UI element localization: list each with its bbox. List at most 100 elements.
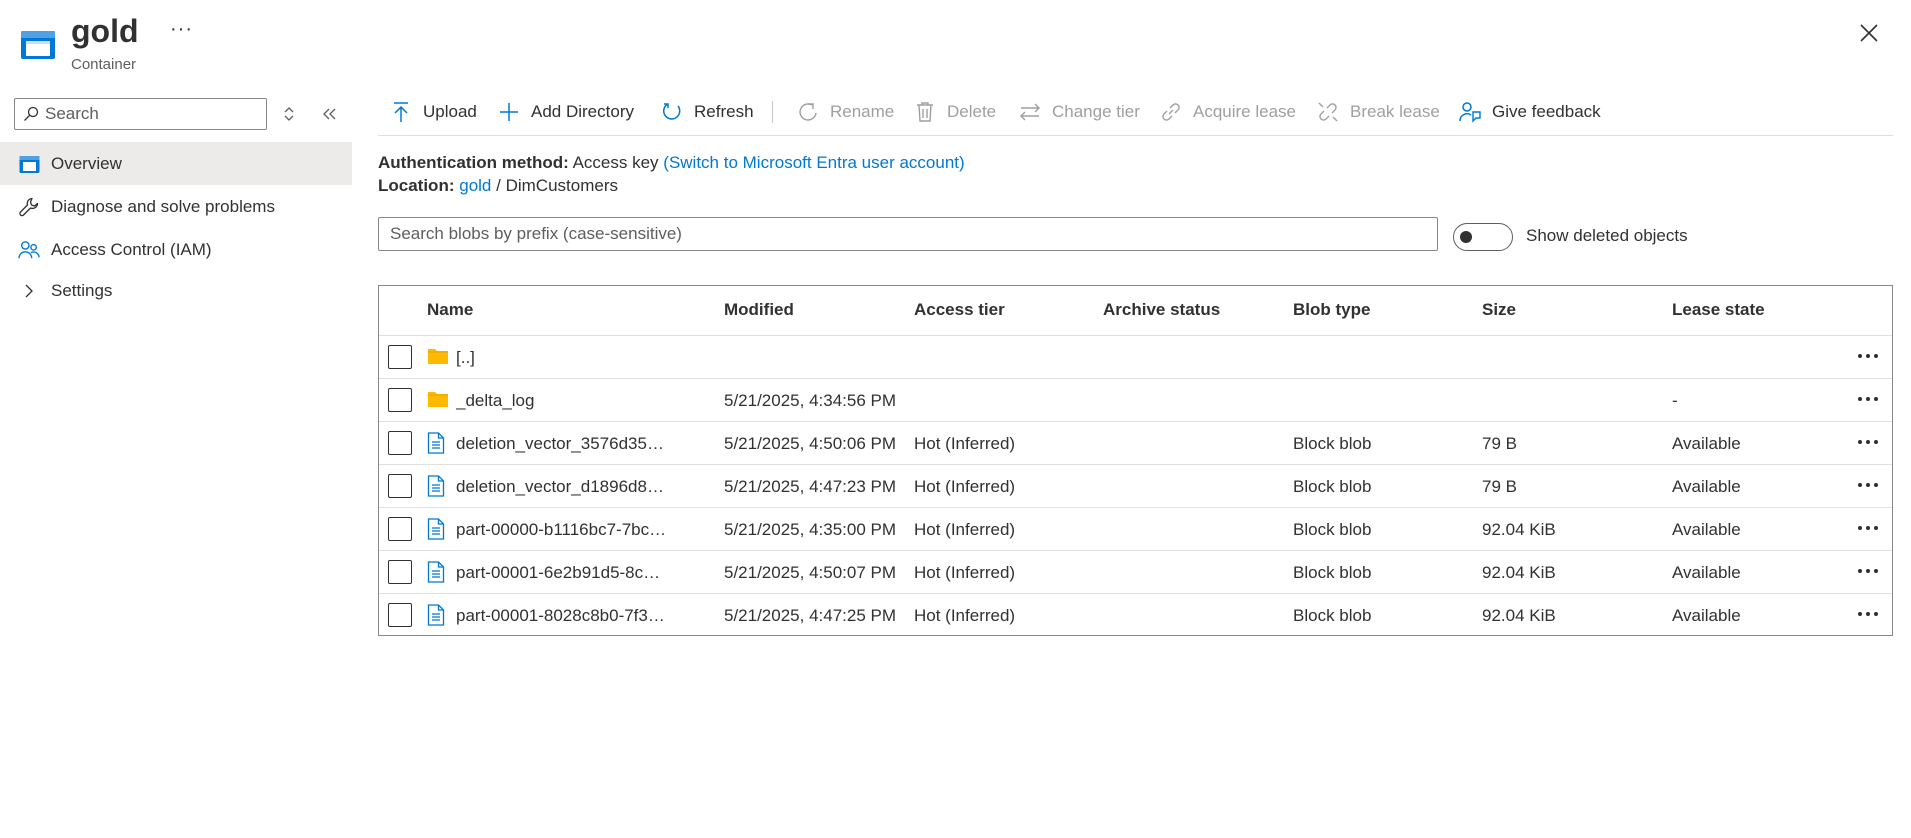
sidebar-search-input[interactable] (45, 104, 260, 124)
close-icon[interactable] (1856, 20, 1882, 46)
blob-table: Name Modified Access tier Archive status… (378, 285, 1893, 636)
sidebar-item-overview[interactable]: Overview (0, 142, 352, 185)
row-checkbox[interactable] (388, 345, 412, 369)
swap-arrows-icon (1019, 101, 1041, 123)
command-bar: Upload Add Directory Refresh Rename Dele… (378, 90, 1893, 136)
name-cell[interactable]: part-00001-6e2b91d5-8cea-4b... (456, 563, 669, 583)
blob-type-cell: Block blob (1293, 434, 1372, 453)
row-more-icon[interactable] (1854, 514, 1882, 542)
sidebar-item-label: Overview (51, 153, 122, 173)
column-header-archive-status[interactable]: Archive status (1103, 300, 1220, 320)
file-icon (427, 518, 449, 540)
size-cell: 92.04 KiB (1482, 520, 1556, 539)
refresh-label: Refresh (694, 102, 754, 121)
column-header-access-tier[interactable]: Access tier (914, 300, 1005, 320)
add-directory-label: Add Directory (531, 102, 634, 121)
size-cell: 92.04 KiB (1482, 563, 1556, 582)
row-more-icon[interactable] (1854, 342, 1882, 370)
row-more-icon[interactable] (1854, 557, 1882, 585)
row-more-icon[interactable] (1854, 428, 1882, 456)
sidebar-item-label: Settings (51, 280, 113, 300)
file-icon (427, 604, 449, 626)
name-cell[interactable]: deletion_vector_d1896d8b-821... (456, 477, 669, 497)
add-directory-button[interactable]: Add Directory (498, 98, 634, 126)
toolbar-divider (772, 101, 773, 123)
row-checkbox[interactable] (388, 560, 412, 584)
row-checkbox[interactable] (388, 517, 412, 541)
acquire-lease-button[interactable]: Acquire lease (1160, 98, 1296, 126)
table-row[interactable]: part-00001-6e2b91d5-8cea-4b... 5/21/2025,… (379, 551, 1892, 594)
upload-icon (390, 101, 412, 123)
file-icon (427, 475, 449, 497)
break-lease-button[interactable]: Break lease (1317, 98, 1440, 126)
location-label: Location: (378, 176, 455, 195)
delete-button[interactable]: Delete (914, 98, 996, 126)
sidebar: Overview Diagnose and solve problems Acc… (0, 90, 352, 838)
sidebar-search-box[interactable] (14, 98, 267, 130)
container-icon (18, 153, 40, 175)
change-tier-button[interactable]: Change tier (1019, 98, 1140, 126)
refresh-icon (661, 101, 683, 123)
lease-state-cell: - (1672, 391, 1678, 410)
modified-cell: 5/21/2025, 4:34:56 PM (724, 391, 897, 410)
column-header-name[interactable]: Name (427, 300, 473, 320)
upload-button[interactable]: Upload (390, 98, 477, 126)
more-actions-button[interactable]: ··· (170, 18, 193, 41)
delete-label: Delete (947, 102, 997, 121)
access-tier-cell: Hot (Inferred) (914, 606, 1016, 625)
modified-cell: 5/21/2025, 4:50:06 PM (724, 434, 897, 453)
feedback-icon (1459, 101, 1481, 123)
access-tier-cell: Hot (Inferred) (914, 520, 1016, 539)
blob-type-cell: Block blob (1293, 477, 1372, 496)
column-header-modified[interactable]: Modified (724, 300, 794, 320)
page-header: gold Container ··· (0, 0, 1911, 90)
location-container-link[interactable]: gold (459, 176, 491, 195)
row-checkbox[interactable] (388, 474, 412, 498)
column-header-blob-type[interactable]: Blob type (1293, 300, 1370, 320)
lease-state-cell: Available (1672, 477, 1741, 496)
file-icon (427, 561, 449, 583)
blob-prefix-input[interactable] (379, 218, 1437, 250)
size-cell: 79 B (1482, 434, 1517, 453)
row-more-icon[interactable] (1854, 385, 1882, 413)
table-row[interactable]: [..] (379, 336, 1892, 379)
name-cell[interactable]: deletion_vector_3576d358-321... (456, 434, 669, 454)
name-cell[interactable]: part-00000-b1116bc7-7bc5-4e... (456, 520, 669, 540)
name-cell[interactable]: [..] (456, 348, 475, 368)
rename-button[interactable]: Rename (797, 98, 894, 126)
sidebar-item-access-control[interactable]: Access Control (IAM) (0, 228, 352, 271)
access-tier-cell: Hot (Inferred) (914, 434, 1016, 453)
show-deleted-toggle[interactable] (1453, 223, 1513, 251)
blob-prefix-search[interactable] (378, 217, 1438, 251)
sidebar-item-diagnose[interactable]: Diagnose and solve problems (0, 185, 352, 228)
table-row[interactable]: _delta_log 5/21/2025, 4:34:56 PM - (379, 379, 1892, 422)
table-row[interactable]: deletion_vector_d1896d8b-821... 5/21/2025… (379, 465, 1892, 508)
location-line: Location: gold / DimCustomers (378, 176, 618, 196)
table-row[interactable]: part-00000-b1116bc7-7bc5-4e... 5/21/2025,… (379, 508, 1892, 551)
name-cell[interactable]: part-00001-8028c8b0-7f38-4d... (456, 606, 669, 626)
break-lease-label: Break lease (1350, 102, 1440, 121)
table-row[interactable]: deletion_vector_3576d358-321... 5/21/2025… (379, 422, 1892, 465)
column-header-lease-state[interactable]: Lease state (1672, 300, 1765, 320)
rename-label: Rename (830, 102, 895, 121)
show-deleted-label: Show deleted objects (1526, 226, 1688, 245)
file-icon (427, 432, 449, 454)
trash-icon (914, 101, 936, 123)
sidebar-item-settings[interactable]: Settings (0, 269, 352, 312)
table-row[interactable]: part-00001-8028c8b0-7f38-4d... 5/21/2025,… (379, 594, 1892, 637)
row-checkbox[interactable] (388, 431, 412, 455)
give-feedback-button[interactable]: Give feedback (1459, 98, 1601, 126)
column-header-size[interactable]: Size (1482, 300, 1516, 320)
auth-method-value: Access key (572, 153, 659, 172)
refresh-button[interactable]: Refresh (661, 98, 754, 126)
row-more-icon[interactable] (1854, 600, 1882, 628)
row-more-icon[interactable] (1854, 471, 1882, 499)
sort-icon[interactable] (281, 104, 297, 124)
switch-auth-link[interactable]: (Switch to Microsoft Entra user account) (663, 153, 964, 172)
lease-state-cell: Available (1672, 520, 1741, 539)
name-cell[interactable]: _delta_log (456, 391, 534, 411)
collapse-sidebar-icon[interactable] (320, 104, 340, 124)
row-checkbox[interactable] (388, 603, 412, 627)
location-path: DimCustomers (505, 176, 618, 195)
row-checkbox[interactable] (388, 388, 412, 412)
